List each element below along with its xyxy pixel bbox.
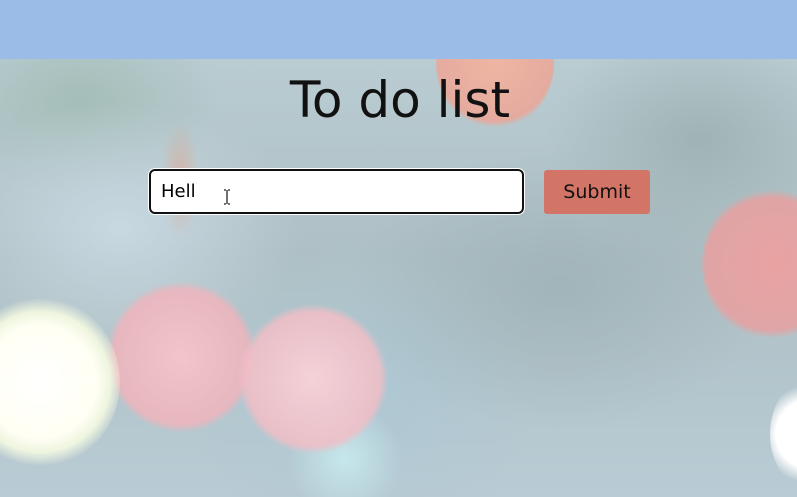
top-bar — [0, 0, 797, 59]
page-title: To do list — [289, 71, 511, 129]
task-input[interactable] — [149, 169, 524, 214]
text-cursor-icon — [224, 189, 230, 205]
submit-button[interactable]: Submit — [544, 170, 650, 214]
main-content: To do list Submit — [0, 59, 797, 497]
